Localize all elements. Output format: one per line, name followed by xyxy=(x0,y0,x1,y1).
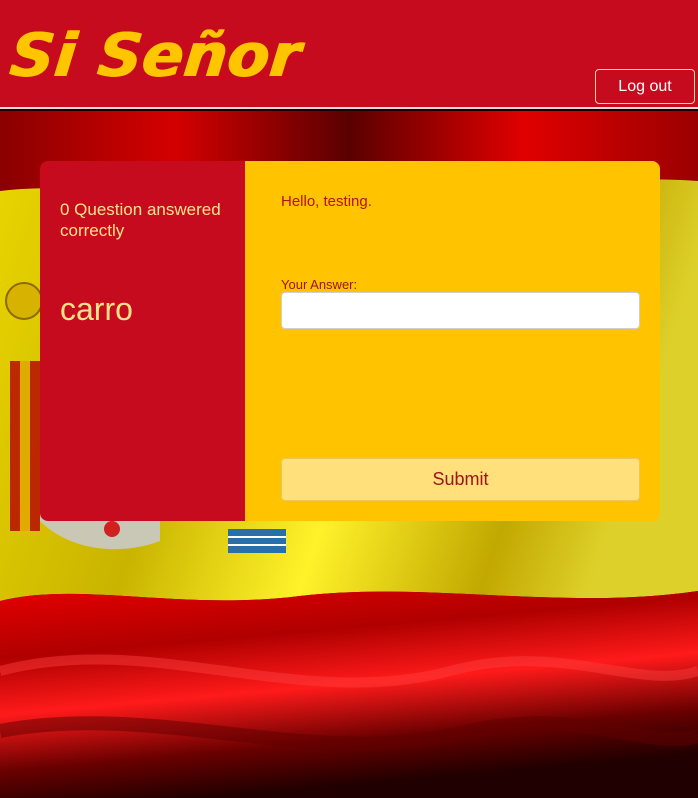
app-logo[interactable]: Si Señor xyxy=(6,20,304,92)
quiz-card: 0 Question answered correctly carro Hell… xyxy=(40,161,660,521)
logout-button[interactable]: Log out xyxy=(595,69,695,104)
answer-label: Your Answer: xyxy=(281,277,358,292)
submit-button[interactable]: Submit xyxy=(281,458,640,501)
question-panel: 0 Question answered correctly carro xyxy=(40,161,245,521)
question-word: carro xyxy=(60,291,133,327)
answer-panel: Hello, testing. Your Answer: Submit xyxy=(245,161,660,521)
score-text: 0 Question answered correctly xyxy=(60,200,221,240)
greeting-text: Hello, testing. xyxy=(281,193,372,210)
answer-input[interactable] xyxy=(281,292,640,329)
app-header: Si Señor Log out xyxy=(0,0,698,109)
